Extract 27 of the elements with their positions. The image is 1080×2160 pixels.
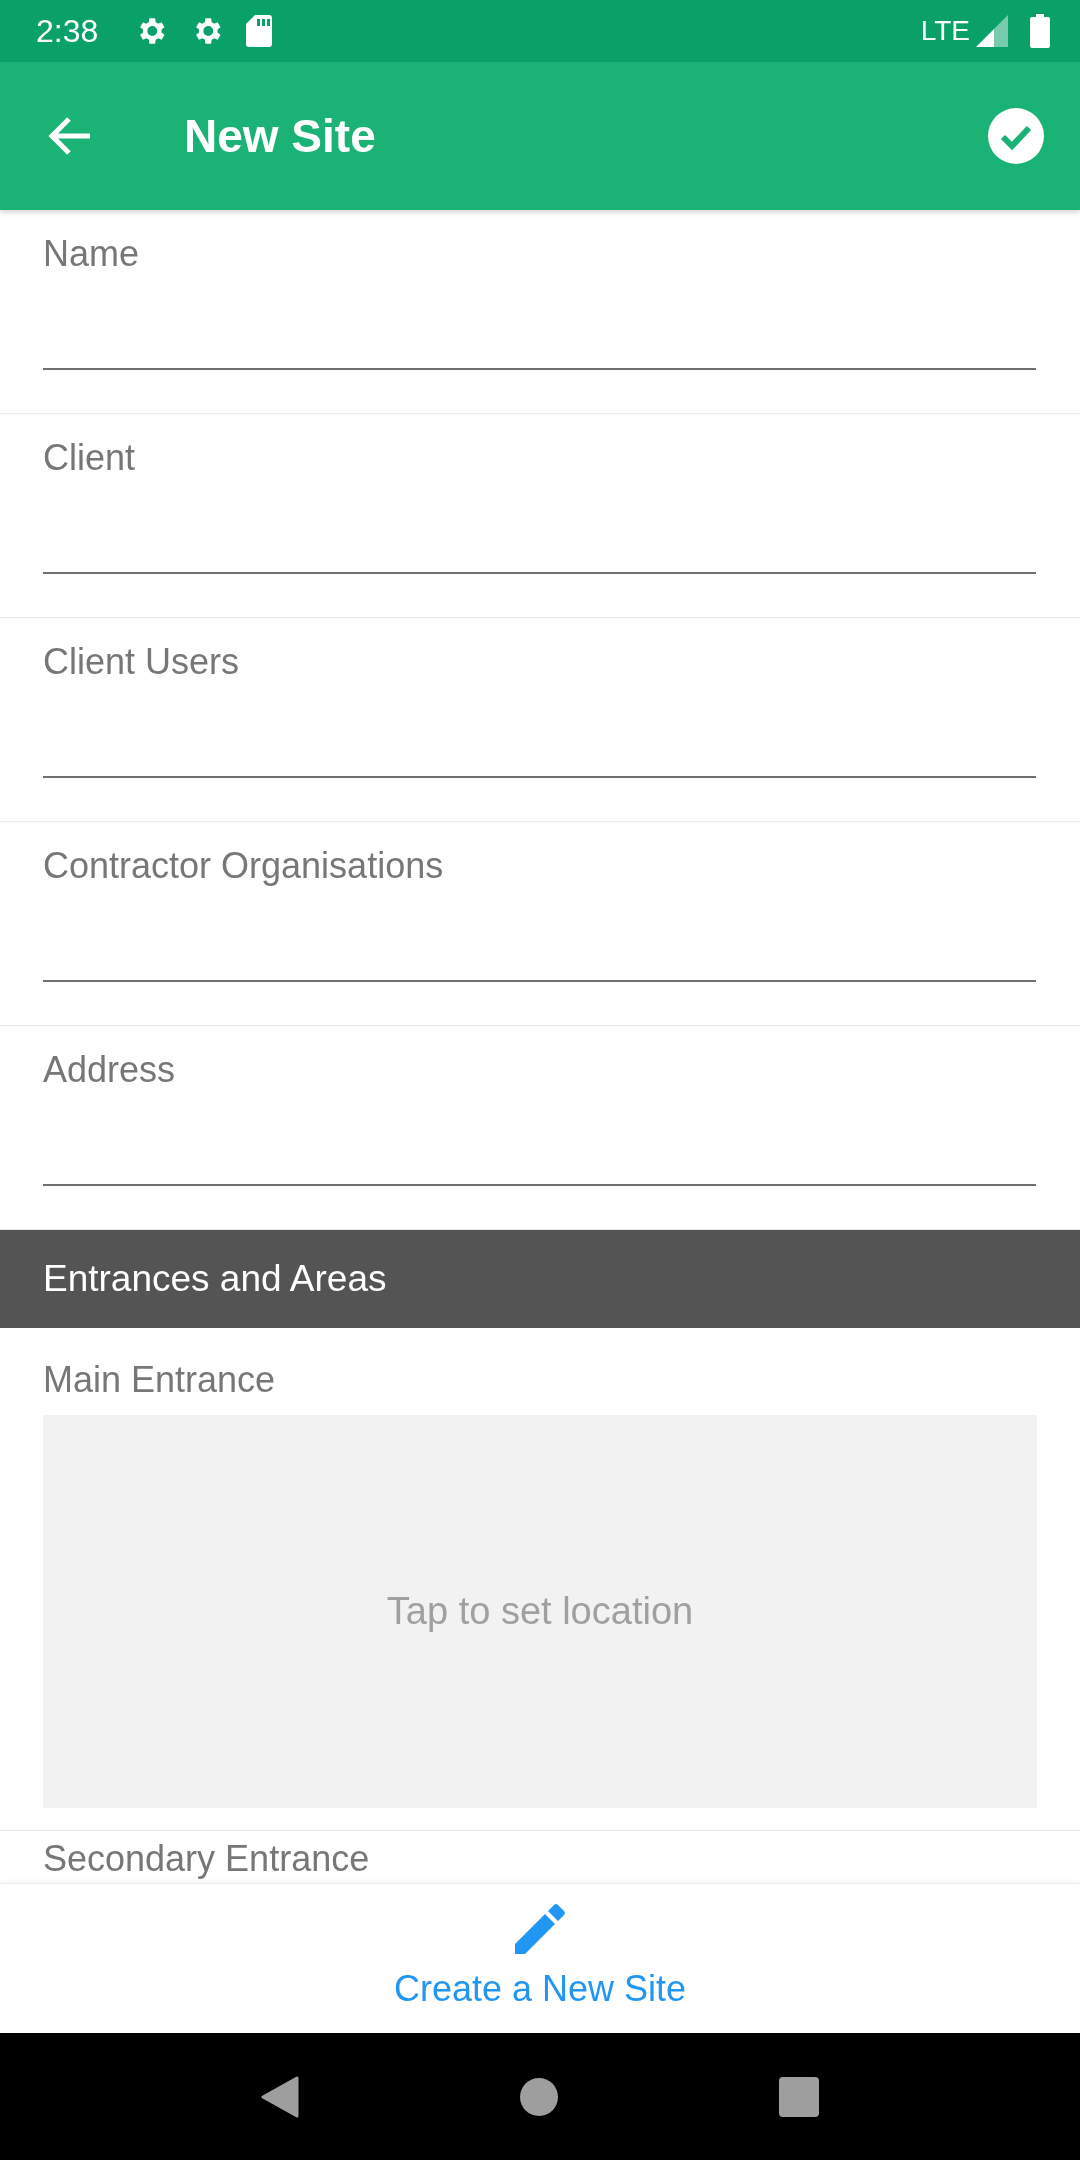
battery-icon	[1030, 14, 1050, 48]
create-site-button[interactable]: Create a New Site	[385, 1884, 695, 2033]
save-button[interactable]	[988, 108, 1044, 164]
back-nav-button[interactable]	[260, 2075, 299, 2118]
back-triangle-icon	[260, 2075, 299, 2118]
pencil-icon	[515, 1904, 565, 1954]
home-circle-icon	[520, 2077, 558, 2116]
recents-button[interactable]	[779, 2076, 820, 2117]
field-label: Address	[43, 1052, 177, 1088]
status-time: 2:38	[36, 12, 99, 50]
home-button[interactable]	[520, 2077, 558, 2116]
recents-square-icon	[779, 2076, 820, 2117]
sd-card-icon	[246, 15, 273, 47]
check-circle-icon	[988, 108, 1044, 164]
field-label: Secondary Entrance	[43, 1841, 371, 1877]
screen-title: New Site	[184, 109, 377, 163]
field-label: Client	[43, 440, 137, 476]
field-label: Main Entrance	[43, 1362, 277, 1398]
network-label: LTE	[920, 15, 970, 47]
section-header: Entrances and Areas	[0, 1230, 1080, 1328]
field-label: Client Users	[43, 644, 241, 680]
field-label: Name	[43, 236, 141, 272]
back-button[interactable]	[48, 116, 92, 156]
back-arrow-icon	[48, 116, 92, 156]
location-picker[interactable]: Tap to set location	[43, 1415, 1037, 1808]
field-label: Contractor Organisations	[43, 848, 445, 884]
signal-icon	[976, 15, 1008, 47]
